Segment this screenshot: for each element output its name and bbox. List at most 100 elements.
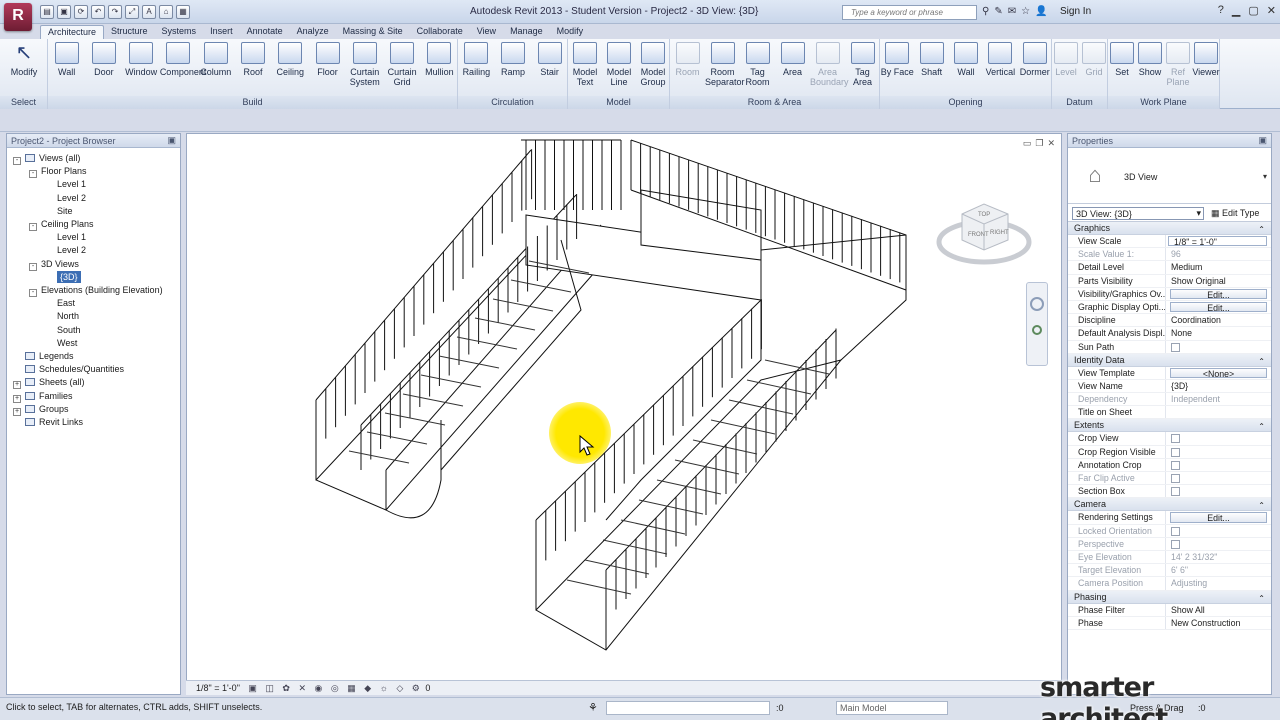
tag-area-tool[interactable]: Tag Area [845,42,880,87]
railing-tool[interactable]: Railing [458,42,495,77]
show-tool[interactable]: Show [1136,42,1164,77]
sign-in-button[interactable]: Sign In [1060,6,1091,17]
worksets-icon[interactable]: ⚘ [588,701,598,714]
tab-architecture[interactable]: Architecture [40,25,105,39]
help-icon[interactable]: ? [1218,4,1224,17]
edit-type-button[interactable]: ▦ Edit Type [1211,208,1259,219]
curtain-system-tool[interactable]: Curtain System [346,42,383,87]
favorites-icon[interactable]: ☆ [1021,6,1030,17]
room-separator-tool[interactable]: Room Separator [705,42,745,87]
expand-icon[interactable]: + [13,394,21,403]
steering-wheel-icon[interactable] [1030,297,1044,311]
view-control-icons[interactable]: ▣ ◫ ✿ ✕ ◉ ◎ ▦ ◆ ☼ ◇ ⚙ [248,683,422,693]
vertical-tool[interactable]: Vertical [983,42,1017,77]
viewcube-top-label[interactable]: TOP [978,212,990,218]
set-tool[interactable]: Set [1108,42,1136,77]
tab-massing-site[interactable]: Massing & Site [336,25,410,39]
component-tool[interactable]: Component [160,42,206,77]
browser-item[interactable]: - Floor Plans [29,165,87,179]
expand-icon[interactable]: + [13,381,21,390]
prop-group-extents[interactable]: Extents [1068,419,1271,433]
property-value[interactable] [1166,446,1271,458]
save-icon[interactable]: ▣ [57,5,71,19]
curtain-grid-tool[interactable]: Curtain Grid [383,42,420,87]
zoom-icon[interactable] [1032,325,1042,335]
property-value[interactable] [1166,432,1271,444]
model-select[interactable]: Main Model [836,701,948,715]
measure-icon[interactable]: ⤢ [125,5,139,19]
workset-field[interactable] [606,701,770,715]
tab-insert[interactable]: Insert [203,25,240,39]
stair-tool[interactable]: Stair [531,42,568,77]
undo-icon[interactable]: ↶ [91,5,105,19]
property-value[interactable]: None [1166,327,1271,339]
stair-model[interactable] [187,134,1061,679]
wall-tool[interactable]: Wall [949,42,983,77]
collapse-icon[interactable]: - [29,170,37,179]
communication-icon[interactable]: ✉ [1008,6,1016,17]
browser-item[interactable]: Level 1 [57,231,86,243]
viewcube-front-label[interactable]: FRONT [968,232,989,238]
prop-group-phasing[interactable]: Phasing [1068,590,1271,605]
window-tool[interactable]: Window [123,42,160,77]
browser-item[interactable]: Level 1 [57,178,86,190]
checkbox[interactable] [1171,434,1180,444]
text-icon[interactable]: A [142,5,156,19]
viewer-tool[interactable]: Viewer [1192,42,1220,77]
area-boundary-tool[interactable]: Area Boundary [810,42,849,87]
help-search-input[interactable]: Type a keyword or phrase [842,5,977,20]
view-scale[interactable]: 1/8" = 1'-0" [196,683,240,693]
area-tool[interactable]: Area [775,42,810,77]
property-edit-button[interactable]: Edit... [1170,512,1267,523]
roof-tool[interactable]: Roof [234,42,271,77]
maximize-icon[interactable]: ▢ [1248,4,1258,17]
property-edit-button[interactable]: Edit... [1170,288,1267,299]
property-value[interactable]: {3D} [1166,380,1271,392]
prop-group-identity-data[interactable]: Identity Data [1068,353,1271,368]
floor-tool[interactable]: Floor [309,42,346,77]
type-selector[interactable]: ⌂ 3D View ▾ [1068,148,1271,204]
browser-item[interactable]: South [57,324,81,336]
tab-modify[interactable]: Modify [550,25,591,39]
checkbox[interactable] [1171,447,1180,457]
property-edit-button[interactable]: Edit... [1170,301,1267,313]
chevron-down-icon[interactable]: ▾ [1263,172,1267,181]
tab-structure[interactable]: Structure [104,25,155,39]
room-tool[interactable]: Room [670,42,705,77]
property-value[interactable] [1166,341,1271,353]
model-group-tool[interactable]: Model Group [636,42,670,87]
tab-collaborate[interactable]: Collaborate [410,25,470,39]
level-tool[interactable]: Level [1052,42,1080,77]
tab-analyze[interactable]: Analyze [290,25,336,39]
browser-item[interactable]: Level 2 [57,244,86,256]
model-line-tool[interactable]: Model Line [602,42,636,87]
navigation-bar[interactable] [1026,282,1048,366]
property-value[interactable]: Medium [1166,261,1271,273]
browser-item[interactable]: + Families [13,390,73,403]
mullion-tool[interactable]: Mullion [421,42,458,77]
user-icon[interactable]: 👤 [1035,6,1047,17]
browser-item[interactable]: Site [57,205,73,217]
checkbox[interactable] [1171,460,1180,470]
property-value[interactable] [1166,459,1271,471]
minimize-icon[interactable]: ▁ [1232,4,1240,17]
browser-item[interactable]: Level 2 [57,192,86,204]
prop-group-camera[interactable]: Camera [1068,498,1271,512]
close-icon[interactable]: ▣ [1258,135,1267,146]
tab-view[interactable]: View [470,25,503,39]
browser-item[interactable]: -3D Views [29,258,79,271]
redo-icon[interactable]: ↷ [108,5,122,19]
by-face-tool[interactable]: By Face [880,42,914,77]
binoculars-icon[interactable]: ⚲ [982,6,989,17]
viewcube[interactable]: FRONT RIGHT TOP [936,190,1032,270]
tag-room-tool[interactable]: Tag Room [740,42,775,87]
browser-item[interactable]: {3D} [57,270,81,283]
collapse-icon[interactable]: - [29,262,37,271]
property-value[interactable]: Show Original [1166,275,1271,287]
dormer-tool[interactable]: Dormer [1018,42,1052,77]
close-views-icon[interactable]: ▦ [176,5,190,19]
model-text-tool[interactable]: Model Text [568,42,602,87]
sync-icon[interactable]: ⟳ [74,5,88,19]
browser-item[interactable]: Schedules/Quantities [25,363,124,375]
collapse-icon[interactable]: - [29,223,37,231]
